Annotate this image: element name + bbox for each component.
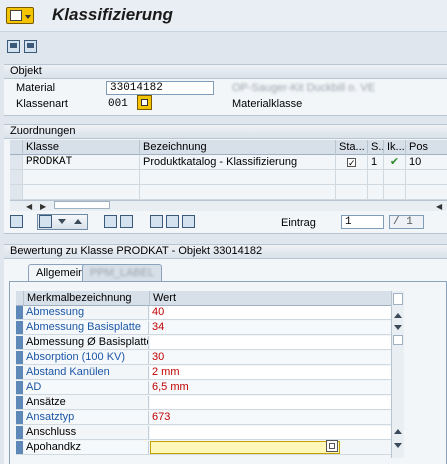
select-icon[interactable] — [39, 215, 52, 228]
klasse-cell: PRODKAT — [23, 155, 140, 170]
table-row[interactable]: Apohandkz — [16, 441, 404, 455]
table-row[interactable]: PRODKAT Produktkatalog - Klassifizierung… — [10, 155, 447, 170]
col-merkmalbezeichnung[interactable]: Merkmalbezeichnung — [24, 291, 150, 306]
delete-row-icon[interactable] — [120, 215, 133, 228]
arrow-up-button[interactable] — [72, 215, 85, 228]
material-field[interactable]: 33014182 — [106, 81, 214, 95]
eintrag-total: / 1 — [389, 215, 424, 229]
table-row[interactable]: Abmessung Ø Basisplatte .. — [16, 336, 404, 350]
first-page-icon[interactable] — [150, 215, 163, 228]
eintrag-input[interactable]: 1 — [341, 215, 384, 229]
table-row-empty[interactable] — [10, 185, 447, 200]
merkmal-grid-body: Abmessung 40 Abmessung Basisplatte 34 Abme… — [16, 306, 404, 458]
col-status[interactable]: Sta... — [336, 140, 368, 155]
insert-row-icon[interactable] — [104, 215, 117, 228]
status-checkbox[interactable] — [347, 156, 356, 169]
col-bezeichnung[interactable]: Bezeichnung — [140, 140, 336, 155]
scroll-up-end-icon[interactable] — [394, 429, 402, 434]
vertical-scrollbar[interactable] — [391, 291, 404, 458]
status-value: 1 — [368, 155, 384, 170]
back-icon[interactable] — [7, 40, 20, 53]
table-row[interactable]: Abstand Kanülen 2 mm — [16, 366, 404, 380]
vertical-scroll-thumb[interactable] — [393, 335, 403, 345]
col-pos[interactable]: Pos — [406, 140, 447, 155]
scroll-left-icon[interactable]: ◀ — [26, 202, 32, 211]
scroll-right-icon[interactable]: ▶ — [40, 202, 46, 211]
klassenart-value[interactable]: 001 — [108, 98, 128, 110]
col-icon[interactable]: Ik... — [384, 140, 406, 155]
material-description: OP-Sauger-Kit Duckbill o. VE — [232, 82, 376, 94]
page-title: Klassifizierung — [52, 5, 173, 24]
col-wert[interactable]: Wert — [150, 291, 404, 306]
checkmark-icon: ✔ — [384, 155, 406, 170]
table-row[interactable]: Abmessung Basisplatte 34 — [16, 321, 404, 335]
scroll-down-icon[interactable] — [394, 325, 402, 330]
zuordnungen-grid-header: Klasse Bezeichnung Sta... S... Ik... Pos — [10, 140, 447, 155]
table-row[interactable]: Ansätze — [16, 396, 404, 410]
table-row[interactable]: Ansatztyp 673 — [16, 411, 404, 425]
objekt-section-body — [4, 79, 447, 116]
f4-help-icon[interactable] — [137, 95, 152, 110]
merkmal-grid-header: Merkmalbezeichnung Wert — [16, 291, 404, 306]
vertical-scroll-thumb-top[interactable] — [393, 293, 403, 305]
objekt-section-header: Objekt — [4, 64, 447, 79]
tab-ppm-label[interactable]: PPM_LABEL — [82, 264, 163, 281]
table-row[interactable]: AD 6,5 mm — [16, 381, 404, 395]
last-page-icon[interactable] — [182, 215, 195, 228]
scroll-up-icon[interactable] — [394, 313, 402, 318]
klassenart-description: Materialklasse — [232, 98, 303, 110]
col-klasse[interactable]: Klasse — [23, 140, 140, 155]
save-icon[interactable] — [24, 40, 37, 53]
next-page-icon[interactable] — [166, 215, 179, 228]
bezeichnung-cell: Produktkatalog - Klassifizierung — [140, 155, 336, 170]
table-row[interactable]: Absorption (100 KV) 30 — [16, 351, 404, 365]
scroll-down-end-icon[interactable] — [394, 443, 402, 448]
horizontal-scroll-thumb[interactable] — [54, 201, 110, 209]
class-search-icon[interactable] — [10, 215, 23, 228]
app-menu-icon[interactable] — [6, 7, 34, 24]
pos-cell: 10 — [406, 155, 447, 170]
klassenart-label: Klassenart — [16, 98, 68, 110]
f4-help-icon[interactable] — [326, 440, 338, 452]
table-row[interactable]: Anschluss — [16, 426, 404, 440]
bewertung-section-header: Bewertung zu Klasse PRODKAT - Objekt 330… — [4, 244, 447, 259]
zuordnungen-section-header: Zuordnungen — [4, 124, 447, 139]
table-row-empty[interactable] — [10, 170, 447, 185]
scroll-right-end-icon[interactable]: ◀ — [436, 202, 442, 211]
material-label: Material — [16, 82, 56, 94]
apohandkz-input[interactable] — [150, 441, 340, 454]
arrow-down-button[interactable] — [56, 215, 69, 228]
eintrag-label: Eintrag — [281, 217, 316, 229]
tab-ppm-label-text: PPM_LABEL — [90, 267, 155, 279]
col-s[interactable]: S... — [368, 140, 384, 155]
table-row[interactable]: Abmessung 40 — [16, 306, 404, 320]
